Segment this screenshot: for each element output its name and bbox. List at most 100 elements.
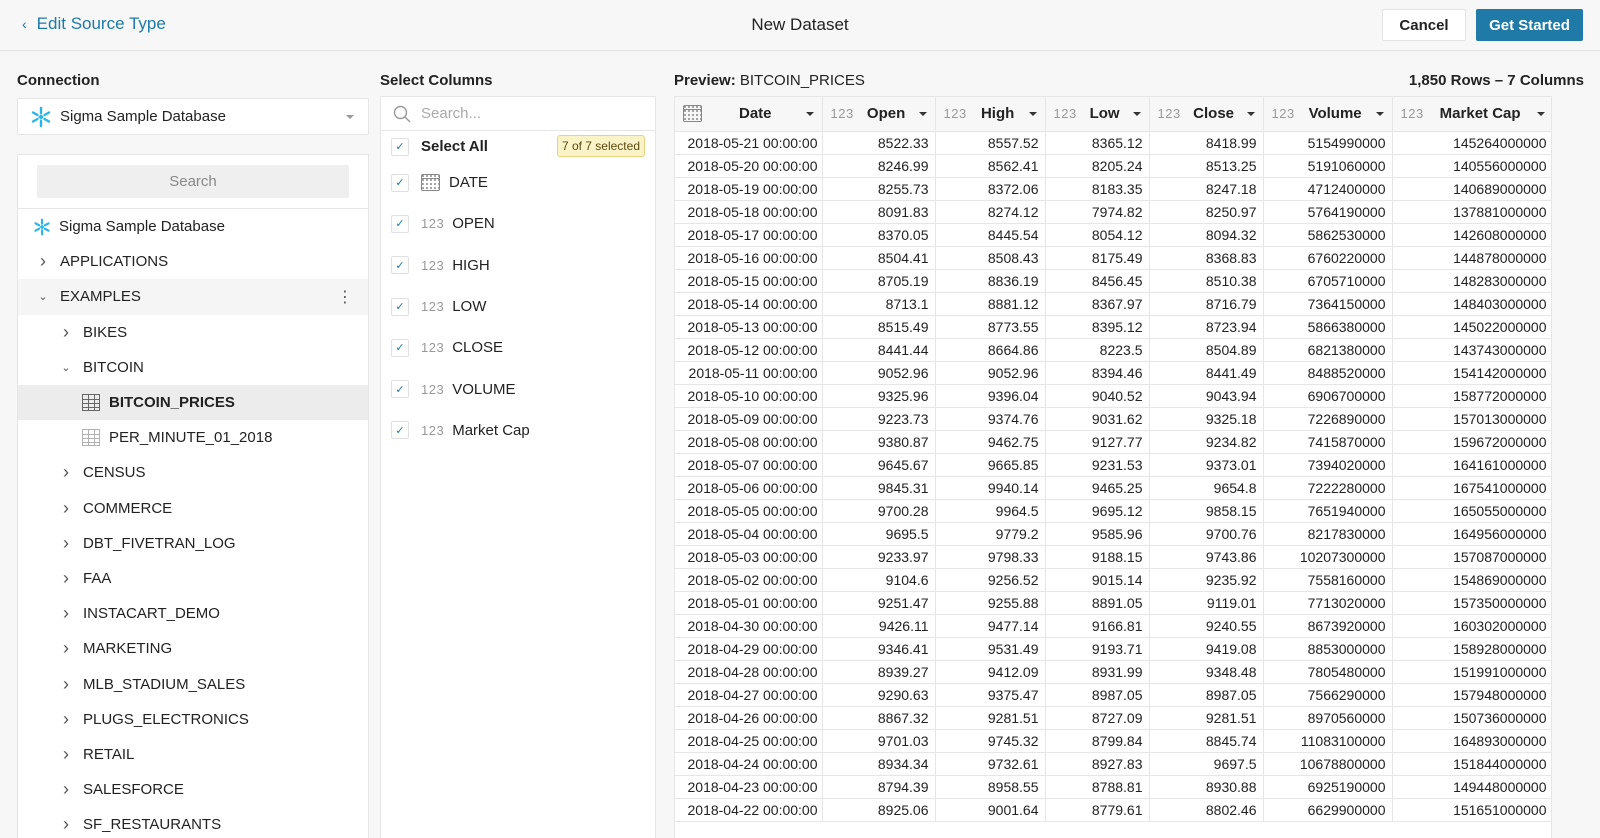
chevron-right-icon[interactable]: › xyxy=(59,779,73,800)
more-options-icon[interactable]: ⋮ xyxy=(337,287,353,307)
table-cell: 2018-04-27 00:00:00 xyxy=(675,683,823,707)
cancel-button[interactable]: Cancel xyxy=(1382,9,1466,41)
chevron-down-icon[interactable]: ⌄ xyxy=(36,290,50,303)
table-cell: 9695.5 xyxy=(822,522,936,546)
chevron-right-icon[interactable]: › xyxy=(59,814,73,835)
tree-item-sigma-sample-database[interactable]: Sigma Sample Database xyxy=(18,209,368,244)
table-cell: 8183.35 xyxy=(1045,177,1150,201)
chevron-right-icon[interactable]: › xyxy=(59,603,73,624)
column-header-open[interactable]: 123 Open xyxy=(822,97,936,132)
table-icon xyxy=(82,394,100,412)
tree-item-commerce[interactable]: › COMMERCE xyxy=(18,491,368,526)
table-cell: 9256.52 xyxy=(935,568,1046,592)
caret-down-icon[interactable] xyxy=(1375,111,1384,116)
caret-down-icon[interactable] xyxy=(918,111,927,116)
table-cell: 2018-05-05 00:00:00 xyxy=(675,499,823,523)
column-option-market-cap[interactable]: ✓ 123 Market Cap xyxy=(381,410,655,451)
tree-item-dbt-fivetran-log[interactable]: › DBT_FIVETRAN_LOG xyxy=(18,526,368,561)
get-started-button[interactable]: Get Started xyxy=(1476,9,1583,41)
table-cell: 6760220000 xyxy=(1263,246,1393,270)
chevron-right-icon[interactable]: › xyxy=(59,322,73,343)
tree-item-census[interactable]: › CENSUS xyxy=(18,455,368,490)
column-option-low[interactable]: ✓ 123 LOW xyxy=(381,286,655,327)
tree-item-bikes[interactable]: › BIKES xyxy=(18,315,368,350)
columns-search[interactable] xyxy=(381,97,655,131)
column-option-open[interactable]: ✓ 123 OPEN xyxy=(381,203,655,244)
column-option-volume[interactable]: ✓ 123 VOLUME xyxy=(381,368,655,409)
chevron-right-icon[interactable]: › xyxy=(59,462,73,483)
tree-search-input[interactable]: Search xyxy=(37,165,349,198)
tree-item-label: BITCOIN xyxy=(83,358,144,376)
table-cell: 8247.18 xyxy=(1149,177,1264,201)
table-cell: 8456.45 xyxy=(1045,269,1150,293)
column-option-high[interactable]: ✓ 123 HIGH xyxy=(381,245,655,286)
tree-item-applications[interactable]: › APPLICATIONS xyxy=(18,244,368,279)
column-checkbox[interactable]: ✓ xyxy=(391,338,409,357)
chevron-down-icon[interactable]: ⌄ xyxy=(59,361,73,374)
connection-select[interactable]: Sigma Sample Database xyxy=(17,98,369,135)
column-header-volume[interactable]: 123 Volume xyxy=(1263,97,1393,132)
chevron-right-icon[interactable]: › xyxy=(59,638,73,659)
table-cell: 2018-04-30 00:00:00 xyxy=(675,614,823,638)
select-all-row[interactable]: ✓ Select All 7 of 7 selected xyxy=(381,131,655,162)
tree-item-bitcoin[interactable]: ⌄ BITCOIN xyxy=(18,350,368,385)
table-cell: 8664.86 xyxy=(935,338,1046,362)
columns-search-input[interactable] xyxy=(421,105,641,122)
column-header-high[interactable]: 123 High xyxy=(935,97,1046,132)
table-cell: 9240.55 xyxy=(1149,614,1264,638)
column-header-market-cap[interactable]: 123 Market Cap xyxy=(1392,97,1551,132)
table-cell: 5191060000 xyxy=(1263,154,1393,178)
column-name: HIGH xyxy=(452,256,490,274)
tree-item-retail[interactable]: › RETAIL xyxy=(18,737,368,772)
column-checkbox[interactable]: ✓ xyxy=(391,421,409,440)
chevron-right-icon[interactable]: › xyxy=(36,251,50,272)
table-cell: 2018-05-14 00:00:00 xyxy=(675,292,823,316)
tree-item-per-minute-01-2018[interactable]: PER_MINUTE_01_2018 xyxy=(18,420,368,455)
back-link[interactable]: ‹ Edit Source Type xyxy=(22,14,166,34)
tree-item-faa[interactable]: › FAA xyxy=(18,561,368,596)
tree-item-label: PER_MINUTE_01_2018 xyxy=(109,429,273,447)
tree-item-salesforce[interactable]: › SALESFORCE xyxy=(18,772,368,807)
caret-down-icon[interactable] xyxy=(1536,111,1545,116)
chevron-right-icon[interactable]: › xyxy=(59,568,73,589)
table-cell: 9373.01 xyxy=(1149,453,1264,477)
column-checkbox[interactable]: ✓ xyxy=(391,256,409,275)
chevron-right-icon[interactable]: › xyxy=(59,533,73,554)
table-row: 2018-04-29 00:00:00 9346.41 9531.49 9193.71… xyxy=(675,637,1551,661)
table-cell: 8246.99 xyxy=(822,154,936,178)
chevron-right-icon[interactable]: › xyxy=(59,498,73,519)
tree-item-sf-restaurants[interactable]: › SF_RESTAURANTS xyxy=(18,807,368,838)
caret-down-icon[interactable] xyxy=(1246,111,1255,116)
chevron-right-icon[interactable]: › xyxy=(59,744,73,765)
table-cell: 9193.71 xyxy=(1045,637,1150,661)
tree-item-mlb-stadium-sales[interactable]: › MLB_STADIUM_SALES xyxy=(18,666,368,701)
column-checkbox[interactable]: ✓ xyxy=(391,214,409,233)
chevron-right-icon[interactable]: › xyxy=(59,674,73,695)
table-row: 2018-05-19 00:00:00 8255.73 8372.06 8183.35… xyxy=(675,177,1551,201)
columns-panel: ✓ Select All 7 of 7 selected ✓ DATE ✓ 123 OP… xyxy=(380,96,656,838)
tree-item-marketing[interactable]: › MARKETING xyxy=(18,631,368,666)
table-cell: 9462.75 xyxy=(935,430,1046,454)
caret-down-icon[interactable] xyxy=(1028,111,1037,116)
column-checkbox[interactable]: ✓ xyxy=(391,173,409,192)
number-type-icon: 123 xyxy=(1157,106,1181,122)
select-all-checkbox[interactable]: ✓ xyxy=(391,137,409,156)
number-type-icon: 123 xyxy=(943,106,967,122)
chevron-right-icon[interactable]: › xyxy=(59,709,73,730)
table-cell: 8365.12 xyxy=(1045,131,1150,155)
column-header-date[interactable]: Date xyxy=(675,97,823,132)
table-cell: 9104.6 xyxy=(822,568,936,592)
column-header-close[interactable]: 123 Close xyxy=(1149,97,1264,132)
tree-item-bitcoin-prices[interactable]: BITCOIN_PRICES xyxy=(18,384,368,421)
tree-item-instacart-demo[interactable]: › INSTACART_DEMO xyxy=(18,596,368,631)
column-option-date[interactable]: ✓ DATE xyxy=(381,162,655,203)
column-checkbox[interactable]: ✓ xyxy=(391,297,409,316)
tree-item-examples[interactable]: ⌄ EXAMPLES ⋮ xyxy=(18,279,368,315)
tree-item-plugs-electronics[interactable]: › PLUGS_ELECTRONICS xyxy=(18,702,368,737)
column-checkbox[interactable]: ✓ xyxy=(391,380,409,399)
column-header-low[interactable]: 123 Low xyxy=(1045,97,1150,132)
table-cell: 8091.83 xyxy=(822,200,936,224)
column-option-close[interactable]: ✓ 123 CLOSE xyxy=(381,327,655,368)
caret-down-icon[interactable] xyxy=(805,111,814,116)
caret-down-icon[interactable] xyxy=(1132,111,1141,116)
